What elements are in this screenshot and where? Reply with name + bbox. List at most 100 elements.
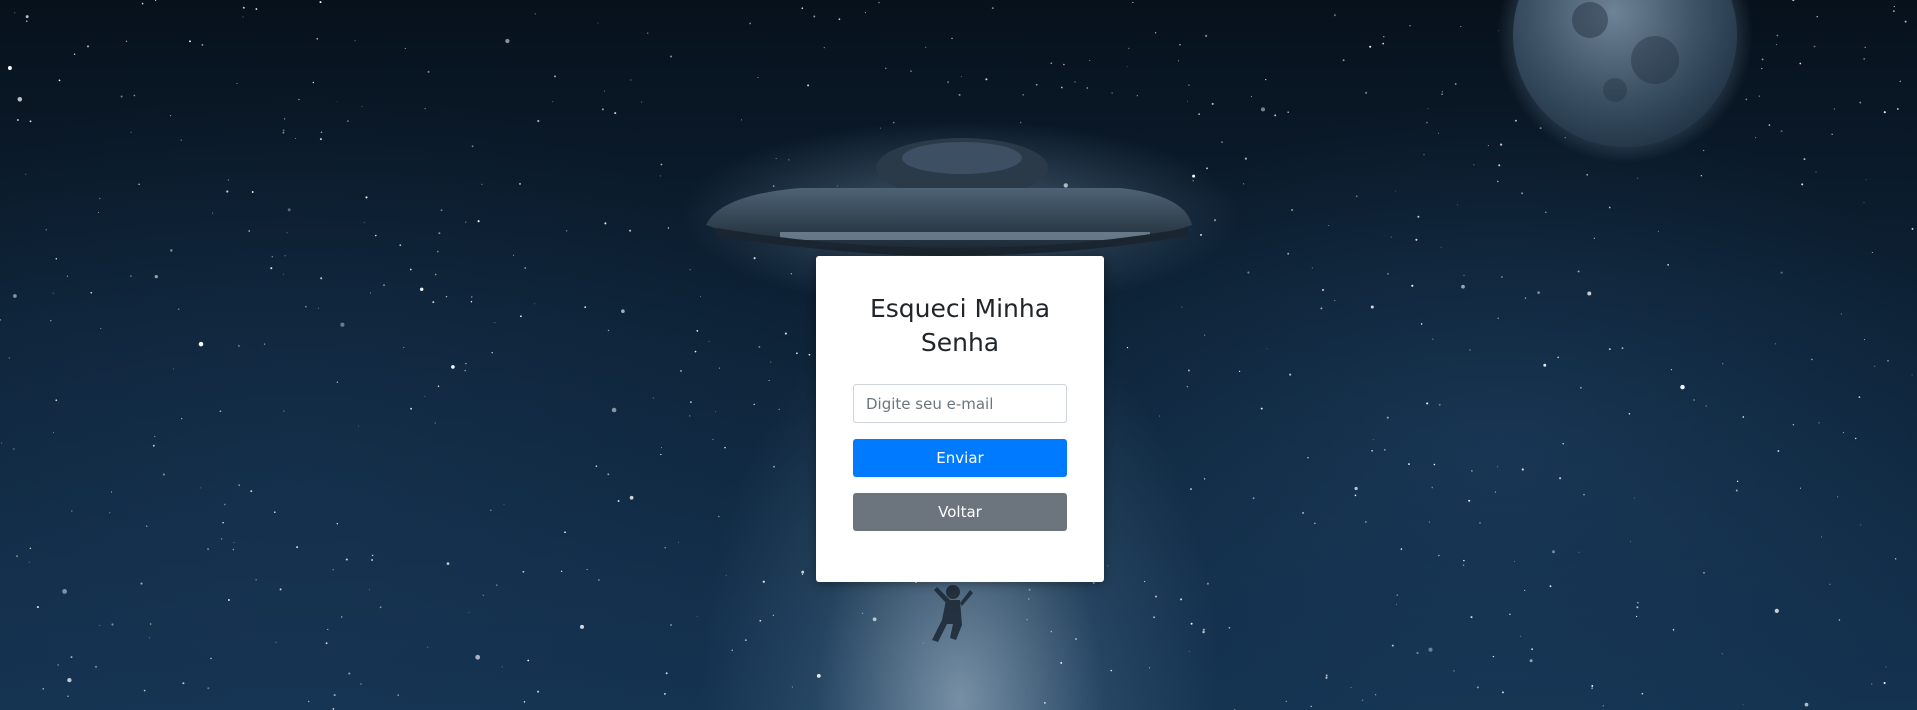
back-button[interactable]: Voltar — [853, 493, 1067, 531]
star-icon — [1396, 603, 1397, 605]
star-icon — [470, 300, 473, 303]
star-icon — [325, 642, 328, 645]
star-icon — [1829, 583, 1831, 585]
star-icon — [1608, 206, 1611, 209]
star-icon — [1426, 121, 1428, 124]
star-icon — [1492, 655, 1495, 658]
star-icon — [223, 503, 226, 506]
star-icon — [1637, 601, 1639, 604]
star-icon — [45, 229, 47, 231]
star-icon — [1328, 225, 1330, 227]
star-icon — [1768, 124, 1771, 126]
star-icon — [375, 234, 377, 237]
star-icon — [1189, 488, 1193, 491]
star-icon — [1549, 585, 1552, 588]
star-icon — [784, 332, 787, 335]
star-icon — [287, 208, 291, 212]
star-icon — [125, 40, 128, 42]
star-icon — [1831, 133, 1833, 135]
star-icon — [465, 221, 467, 223]
star-icon — [404, 48, 406, 49]
email-input[interactable] — [853, 384, 1067, 423]
star-icon — [1818, 422, 1820, 424]
star-icon — [1177, 60, 1180, 62]
star-icon — [1657, 230, 1659, 232]
star-icon — [689, 401, 692, 404]
star-icon — [55, 257, 58, 260]
star-icon — [1500, 143, 1503, 146]
star-icon — [180, 139, 182, 141]
star-icon — [796, 352, 798, 355]
star-icon — [708, 340, 710, 342]
star-icon — [1865, 179, 1867, 181]
star-icon — [8, 357, 10, 359]
star-icon — [73, 53, 76, 55]
star-icon — [90, 291, 93, 294]
star-icon — [286, 232, 288, 234]
star-icon — [537, 690, 540, 693]
star-icon — [1364, 521, 1367, 523]
star-icon — [427, 70, 430, 73]
star-icon — [670, 624, 672, 626]
star-icon — [1287, 252, 1290, 255]
star-icon — [358, 425, 360, 427]
star-icon — [1811, 358, 1813, 361]
star-icon — [1871, 683, 1873, 685]
star-icon — [1, 442, 3, 444]
submit-button[interactable]: Enviar — [853, 439, 1067, 477]
star-icon — [419, 287, 424, 292]
star-icon — [1887, 359, 1889, 362]
star-icon — [210, 657, 212, 660]
star-icon — [28, 561, 30, 563]
star-icon — [1153, 616, 1156, 619]
star-icon — [1396, 594, 1399, 596]
star-icon — [1321, 288, 1325, 292]
star-icon — [1204, 34, 1208, 38]
star-icon — [718, 515, 720, 518]
star-icon — [465, 363, 467, 365]
star-icon — [130, 275, 132, 277]
star-icon — [263, 343, 266, 345]
star-icon — [212, 212, 214, 214]
star-icon — [464, 369, 467, 372]
star-icon — [1187, 100, 1189, 102]
star-icon — [1578, 551, 1580, 553]
star-icon — [1457, 204, 1459, 206]
star-icon — [379, 606, 382, 609]
star-icon — [1840, 313, 1842, 315]
star-icon — [1693, 399, 1695, 401]
star-icon — [1028, 598, 1030, 600]
star-icon — [1893, 10, 1895, 12]
star-icon — [332, 708, 335, 710]
star-icon — [823, 47, 825, 49]
star-icon — [1350, 687, 1352, 688]
star-icon — [1022, 94, 1024, 96]
star-icon — [1310, 705, 1312, 707]
star-icon — [601, 108, 604, 111]
star-icon — [753, 403, 755, 406]
star-icon — [1742, 704, 1744, 706]
star-icon — [565, 230, 568, 232]
star-icon — [282, 273, 284, 275]
star-icon — [317, 307, 320, 309]
star-icon — [138, 183, 140, 185]
star-icon — [1463, 274, 1465, 276]
star-icon — [1179, 43, 1181, 46]
star-icon — [207, 548, 210, 551]
star-icon — [148, 637, 150, 639]
star-icon — [1670, 369, 1672, 371]
star-icon — [1591, 684, 1594, 687]
star-icon — [1468, 499, 1471, 502]
star-icon — [560, 570, 563, 572]
star-icon — [242, 6, 245, 9]
star-icon — [360, 683, 362, 685]
star-icon — [296, 546, 299, 549]
star-icon — [1816, 16, 1818, 18]
star-icon — [1431, 486, 1434, 489]
star-icon — [437, 385, 440, 387]
star-icon — [219, 410, 222, 413]
star-icon — [1500, 276, 1503, 278]
star-icon — [1863, 202, 1865, 204]
star-icon — [133, 94, 136, 97]
star-icon — [1842, 431, 1845, 434]
